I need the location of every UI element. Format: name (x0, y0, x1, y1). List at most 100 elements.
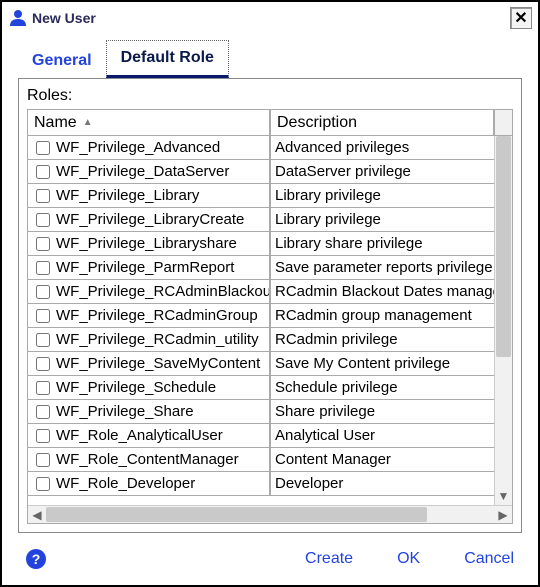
rows-viewport: WF_Privilege_AdvancedAdvanced privileges… (28, 136, 494, 505)
role-name: WF_Privilege_RCAdminBlackout (56, 283, 270, 300)
role-checkbox[interactable] (36, 165, 50, 179)
vertical-scrollbar[interactable]: ▼ (494, 136, 512, 505)
dialog-footer: ? Create OK Cancel (2, 533, 538, 585)
role-description: Analytical User (275, 427, 375, 444)
role-name-cell: WF_Privilege_Library (28, 184, 270, 208)
role-description-cell: Content Manager (270, 448, 494, 472)
role-description: Save parameter reports privilege (275, 259, 493, 276)
role-description-cell: Library privilege (270, 184, 494, 208)
role-checkbox[interactable] (36, 261, 50, 275)
role-name-cell: WF_Privilege_Share (28, 400, 270, 424)
table-row: WF_Privilege_AdvancedAdvanced privileges (28, 136, 494, 160)
role-name-cell: WF_Role_AnalyticalUser (28, 424, 270, 448)
role-checkbox[interactable] (36, 333, 50, 347)
role-name-cell: WF_Privilege_DataServer (28, 160, 270, 184)
table-row: WF_Privilege_RCadmin_utility RCadmin priv… (28, 328, 494, 352)
role-name-cell: WF_Privilege_RCadmin_utility (28, 328, 270, 352)
role-description: Library share privilege (275, 235, 423, 252)
role-description: Share privilege (275, 403, 375, 420)
table-row: WF_Role_AnalyticalUser Analytical User (28, 424, 494, 448)
role-name-cell: WF_Privilege_Advanced (28, 136, 270, 160)
column-header-description[interactable]: Description (270, 110, 494, 136)
horizontal-scroll-thumb[interactable] (46, 507, 427, 522)
role-name: WF_Privilege_Libraryshare (56, 235, 237, 252)
table-row: WF_Privilege_LibraryLibrary privilege (28, 184, 494, 208)
window-title: New User (32, 10, 510, 26)
role-name: WF_Privilege_RCadminGroup (56, 307, 258, 324)
role-description: RCadmin group management (275, 307, 472, 324)
role-description-cell: RCadmin privilege (270, 328, 494, 352)
role-description-cell: RCadmin Blackout Dates management (270, 280, 494, 304)
role-name: WF_Privilege_Share (56, 403, 194, 420)
role-description-cell: Save parameter reports privilege (270, 256, 494, 280)
table-row: WF_Privilege_RCAdminBlackout RCadmin Blac… (28, 280, 494, 304)
default-role-panel: Roles: Name ▲ Description WF_Privilege_A… (18, 78, 522, 533)
role-checkbox[interactable] (36, 477, 50, 491)
role-checkbox[interactable] (36, 285, 50, 299)
role-checkbox[interactable] (36, 189, 50, 203)
role-description-cell: DataServer privilege (270, 160, 494, 184)
column-header-name[interactable]: Name ▲ (28, 110, 270, 136)
role-description: Content Manager (275, 451, 391, 468)
role-name: WF_Privilege_Schedule (56, 379, 216, 396)
role-checkbox[interactable] (36, 405, 50, 419)
vertical-scroll-thumb[interactable] (496, 136, 511, 357)
close-button[interactable]: ✕ (510, 7, 532, 29)
role-checkbox[interactable] (36, 237, 50, 251)
roles-label: Roles: (27, 87, 513, 105)
role-checkbox[interactable] (36, 429, 50, 443)
role-description-cell: Analytical User (270, 424, 494, 448)
role-description-cell: Schedule privilege (270, 376, 494, 400)
role-name-cell: WF_Privilege_RCAdminBlackout (28, 280, 270, 304)
role-name-cell: WF_Role_Developer (28, 472, 270, 496)
tab-default-role[interactable]: Default Role (106, 40, 229, 78)
table-row: WF_Privilege_Schedule Schedule privilege (28, 376, 494, 400)
titlebar: New User ✕ (2, 2, 538, 34)
role-name: WF_Privilege_RCadmin_utility (56, 331, 259, 348)
role-checkbox[interactable] (36, 381, 50, 395)
role-description: DataServer privilege (275, 163, 411, 180)
role-description-cell: Advanced privileges (270, 136, 494, 160)
role-name-cell: WF_Role_ContentManager (28, 448, 270, 472)
role-name-cell: WF_Privilege_LibraryCreate (28, 208, 270, 232)
horizontal-scroll-track[interactable] (46, 506, 494, 523)
table-row: WF_Privilege_Libraryshare Library share p… (28, 232, 494, 256)
role-description-cell: Developer (270, 472, 494, 496)
role-name-cell: WF_Privilege_Schedule (28, 376, 270, 400)
table-row: WF_Role_Developer Developer (28, 472, 494, 496)
role-name-cell: WF_Privilege_RCadminGroup (28, 304, 270, 328)
role-checkbox[interactable] (36, 453, 50, 467)
role-description-cell: Library share privilege (270, 232, 494, 256)
role-description: Library privilege (275, 211, 381, 228)
role-description: RCadmin Blackout Dates management (275, 283, 494, 300)
ok-button[interactable]: OK (397, 550, 420, 568)
close-icon: ✕ (514, 8, 527, 28)
role-name: WF_Privilege_LibraryCreate (56, 211, 244, 228)
table-row: WF_Privilege_Share Share privilege (28, 400, 494, 424)
sort-asc-icon: ▲ (83, 117, 93, 128)
role-description: Save My Content privilege (275, 355, 450, 372)
help-icon: ? (32, 551, 41, 567)
new-user-dialog: New User ✕ General Default Role Roles: N… (0, 0, 540, 587)
role-name: WF_Role_Developer (56, 475, 195, 492)
table-row: WF_Privilege_SaveMyContentSave My Conten… (28, 352, 494, 376)
role-name-cell: WF_Privilege_Libraryshare (28, 232, 270, 256)
tab-general[interactable]: General (18, 44, 106, 78)
scroll-left-icon[interactable]: ◀ (28, 508, 46, 522)
table-row: WF_Privilege_LibraryCreate Library privil… (28, 208, 494, 232)
horizontal-scrollbar[interactable]: ◀ ▶ (28, 505, 512, 523)
role-description-cell: Save My Content privilege (270, 352, 494, 376)
scroll-right-icon[interactable]: ▶ (494, 508, 512, 522)
role-checkbox[interactable] (36, 141, 50, 155)
help-button[interactable]: ? (26, 549, 46, 569)
create-button[interactable]: Create (305, 550, 353, 568)
role-name-cell: WF_Privilege_ParmReport (28, 256, 270, 280)
role-description-cell: Share privilege (270, 400, 494, 424)
table-row: WF_Privilege_DataServer DataServer privil… (28, 160, 494, 184)
role-checkbox[interactable] (36, 309, 50, 323)
role-checkbox[interactable] (36, 213, 50, 227)
cancel-button[interactable]: Cancel (464, 550, 514, 568)
scroll-down-icon[interactable]: ▼ (495, 489, 512, 503)
role-checkbox[interactable] (36, 357, 50, 371)
table-row: WF_Privilege_RCadminGroup RCadmin group m… (28, 304, 494, 328)
